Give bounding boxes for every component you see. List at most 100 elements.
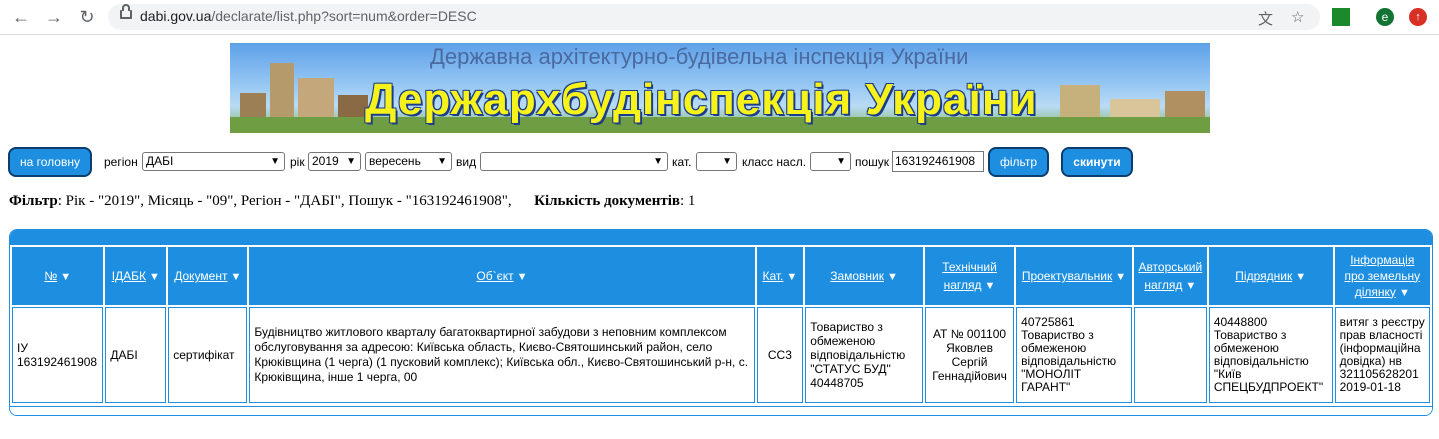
cell-contractor: 40448800 Товариство з обмеженою відповідаль… [1208, 307, 1333, 403]
header-tech-label-2: нагляд [943, 277, 982, 292]
header-land-label-3: ділянку [1354, 284, 1396, 299]
sort-arrow-icon: ▼ [786, 271, 798, 283]
filter-form: на головну регіон ДАБІ ▼ рік 2019 ▼ вересе… [0, 147, 1439, 179]
address-bar[interactable]: dabi.gov.ua/declarate/list.php?sort=num&… [108, 4, 1320, 30]
home-button[interactable]: на головну [8, 147, 92, 177]
header-land-info[interactable]: Інформація про земельну ділянку ▼ [1334, 247, 1430, 305]
region-select[interactable]: ДАБІ ▼ [142, 152, 285, 171]
cell-designer-line: 40725861 [1021, 315, 1075, 329]
forward-arrow-icon[interactable]: → [43, 6, 65, 28]
declarations-grid: № ▼ ІДАБК ▼ Документ ▼ Об`єкт ▼ Кат. ▼ Замовн… [10, 245, 1432, 405]
url-text: dabi.gov.ua/declarate/list.php?sort=num&… [140, 8, 477, 24]
table-bottom-bar [10, 406, 1432, 415]
search-label: пошук [855, 155, 890, 169]
sort-arrow-icon: ▼ [1185, 279, 1197, 292]
header-designer[interactable]: Проектувальник ▼ [1016, 247, 1132, 305]
site-banner: Державна архітектурно-будівельна інспекц… [230, 43, 1210, 133]
cell-num-line: 163192461908 [17, 355, 98, 369]
header-tech-label-1: Технічний [942, 259, 997, 274]
profile-avatar[interactable]: e [1376, 8, 1394, 26]
header-land-label-2: про земельну [1344, 268, 1421, 283]
table-row: ІУ 163192461908 ДАБІ сертифікат Будівницт… [12, 307, 1430, 403]
translate-icon[interactable]: 文 [1258, 8, 1273, 29]
header-contractor[interactable]: Підрядник ▼ [1208, 247, 1333, 305]
extension-icon[interactable] [1332, 8, 1350, 26]
reset-button[interactable]: скинути [1061, 147, 1133, 177]
header-designer-label: Проектувальник [1021, 269, 1113, 283]
cell-contractor-line: обмеженою [1213, 341, 1279, 355]
cell-land-line: 321105628201 [1339, 367, 1419, 381]
document-count-label: Кількість документів [534, 193, 680, 209]
cell-land-line: 2019-01-18 [1339, 380, 1401, 394]
region-label: регіон [104, 155, 138, 169]
star-icon[interactable]: ☆ [1291, 8, 1304, 26]
filter-summary-label: Фільтр [9, 193, 58, 209]
year-value: 2019 [312, 154, 339, 168]
cell-designer-line: "МОНОЛІТ [1021, 367, 1082, 381]
chevron-down-icon: ▼ [270, 156, 280, 167]
header-land-label-1: Інформація [1350, 252, 1415, 267]
year-select[interactable]: 2019 ▼ [308, 152, 361, 171]
back-arrow-icon[interactable]: ← [10, 6, 32, 28]
declarations-table: № ▼ ІДАБК ▼ Документ ▼ Об`єкт ▼ Кат. ▼ Замовн… [9, 229, 1433, 416]
filter-summary-text: : Рік - "2019", Місяць - "09", Регіон - … [57, 193, 512, 209]
header-customer[interactable]: Замовник ▼ [805, 247, 923, 305]
cell-object: Будівництво житлового кварталу багатоква… [249, 307, 755, 403]
class-select[interactable]: ▼ [810, 152, 851, 171]
cell-customer: Товариство з обмеженою відповідальністю "СТ… [805, 307, 923, 403]
table-top-bar [10, 230, 1432, 245]
cat-label: кат. [672, 155, 692, 169]
header-contractor-label: Підрядник [1235, 269, 1293, 283]
search-input[interactable]: 163192461908 [892, 151, 984, 172]
year-label: рік [290, 155, 305, 169]
header-tech-supervision[interactable]: Технічний нагляд ▼ [924, 247, 1015, 305]
cell-contractor-line: Товариство з [1213, 328, 1287, 342]
cell-contractor-line: відповідальністю [1213, 354, 1309, 368]
table-header-row: № ▼ ІДАБК ▼ Документ ▼ Об`єкт ▼ Кат. ▼ Замовн… [12, 247, 1430, 305]
header-author-supervision[interactable]: Авторський нагляд ▼ [1133, 247, 1207, 305]
cell-tech-line: Сергій [951, 355, 988, 369]
sort-arrow-icon: ▼ [230, 271, 242, 283]
cell-designer-line: Товариство з [1021, 328, 1094, 342]
reload-icon[interactable]: ↻ [76, 6, 98, 28]
cell-customer-line: обмеженою [810, 334, 876, 348]
header-idabk[interactable]: ІДАБК ▼ [105, 247, 167, 305]
cell-land-line: прав власності [1339, 328, 1423, 342]
header-object-label: Об`єкт [476, 269, 514, 283]
cell-customer-line: "СТАТУС БУД" [810, 362, 891, 376]
sort-arrow-icon: ▼ [149, 271, 160, 283]
sort-arrow-icon: ▼ [1295, 271, 1307, 283]
cell-designer-line: ГАРАНТ" [1021, 380, 1071, 394]
chevron-down-icon: ▼ [653, 156, 663, 167]
cell-customer-line: Товариство з [810, 320, 883, 334]
cell-contractor-line: СПЕЦБУДПРОЕКТ" [1213, 380, 1324, 394]
header-author-label-1: Авторський [1138, 259, 1203, 274]
update-icon[interactable]: ↑ [1409, 8, 1427, 26]
class-label: класс насл. [742, 155, 807, 169]
header-cat[interactable]: Кат. ▼ [756, 247, 804, 305]
cell-num-line: ІУ [17, 341, 28, 355]
cell-designer-line: відповідальністю [1021, 354, 1117, 368]
cell-document: сертифікат [168, 307, 248, 403]
cell-contractor-line: "Київ [1213, 367, 1242, 381]
document-count-value: : 1 [679, 193, 696, 209]
filter-button[interactable]: фільтр [988, 147, 1049, 177]
header-object[interactable]: Об`єкт ▼ [249, 247, 755, 305]
header-num[interactable]: № ▼ [12, 247, 104, 305]
header-document[interactable]: Документ ▼ [168, 247, 248, 305]
banner-subtitle: Державна архітектурно-будівельна інспекц… [430, 44, 969, 69]
cat-select[interactable]: ▼ [696, 152, 737, 171]
header-cat-label: Кат. [762, 269, 784, 283]
cell-author-supervision [1133, 307, 1207, 403]
cell-tech-line: АТ № 001100 [932, 327, 1007, 341]
cell-land-line: довідка) нв [1339, 354, 1402, 368]
header-idabk-label: ІДАБК [111, 269, 147, 283]
cell-num: ІУ 163192461908 [12, 307, 104, 403]
chevron-down-icon: ▼ [836, 156, 846, 167]
cell-idabk: ДАБІ [105, 307, 167, 403]
type-select[interactable]: ▼ [480, 152, 668, 171]
url-path: /declarate/list.php?sort=num&order=DESC [211, 8, 477, 24]
month-select[interactable]: вересень ▼ [365, 152, 452, 171]
chevron-down-icon: ▼ [722, 156, 732, 167]
header-document-label: Документ [174, 269, 228, 283]
